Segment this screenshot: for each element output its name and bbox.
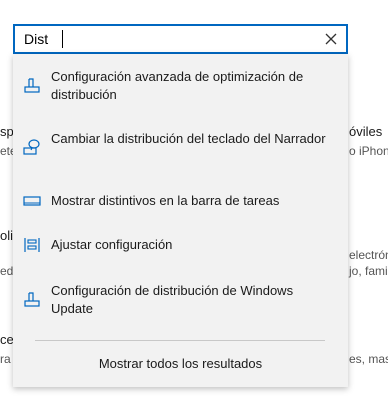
result-item-taskbar-badges[interactable]: Mostrar distintivos en la barra de tarea… xyxy=(13,192,348,210)
result-label: Configuración avanzada de optimización d… xyxy=(51,69,304,102)
delivery-optimization-icon xyxy=(23,76,41,94)
text-caret xyxy=(62,30,63,48)
adjust-settings-icon xyxy=(23,236,41,254)
result-label: Cambiar la distribución del teclado del … xyxy=(51,131,326,146)
background-text: ce xyxy=(0,332,14,347)
result-item-windows-update-delivery[interactable]: Configuración de distribución de Windows… xyxy=(13,282,348,318)
search-box[interactable]: Dist xyxy=(13,24,348,54)
close-icon[interactable] xyxy=(324,32,338,46)
result-item-narrator-keyboard-layout[interactable]: Cambiar la distribución del teclado del … xyxy=(13,130,348,155)
background-text: ra xyxy=(0,352,11,366)
result-label: Mostrar distintivos en la barra de tarea… xyxy=(51,193,280,208)
result-label: Configuración de distribución de Windows… xyxy=(51,283,294,316)
windows-update-delivery-icon xyxy=(23,290,41,308)
divider xyxy=(35,340,325,341)
background-text: o iPhon xyxy=(349,144,388,158)
background-text: jo, famil xyxy=(349,264,388,278)
search-suggestions-dropdown: Configuración avanzada de optimización d… xyxy=(13,54,348,387)
background-text: electróni xyxy=(349,248,388,262)
result-item-delivery-optimization-advanced[interactable]: Configuración avanzada de optimización d… xyxy=(13,68,348,104)
background-text: óviles xyxy=(349,124,383,139)
narrator-keyboard-icon xyxy=(23,138,41,156)
background-text: es, mas xyxy=(349,352,388,366)
search-input[interactable]: Dist xyxy=(24,31,48,47)
result-label: Ajustar configuración xyxy=(51,237,173,252)
show-all-results-link[interactable]: Mostrar todos los resultados xyxy=(13,356,348,371)
result-item-adjust-settings[interactable]: Ajustar configuración xyxy=(13,236,348,254)
taskbar-icon xyxy=(23,192,41,210)
